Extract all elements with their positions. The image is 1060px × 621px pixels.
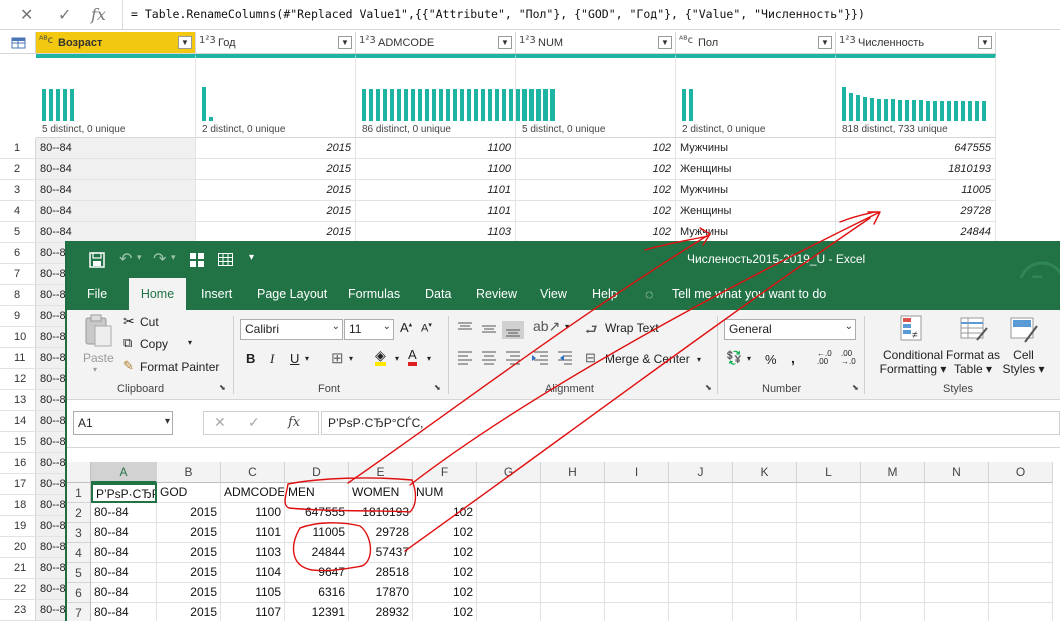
annotation-stroke-1 xyxy=(644,235,709,251)
annotation-layer xyxy=(284,211,881,572)
annotation-ellipse-headers xyxy=(284,477,417,513)
annotation-arrow-2 xyxy=(409,211,881,486)
annotation-arrow-1 xyxy=(347,227,712,484)
annotation-arrow-3 xyxy=(404,217,871,552)
annotation-ellipse-values xyxy=(292,522,372,572)
screenshot-root: ✕ ✓ fx = Table.RenameColumns(#"Replaced … xyxy=(0,0,1060,621)
